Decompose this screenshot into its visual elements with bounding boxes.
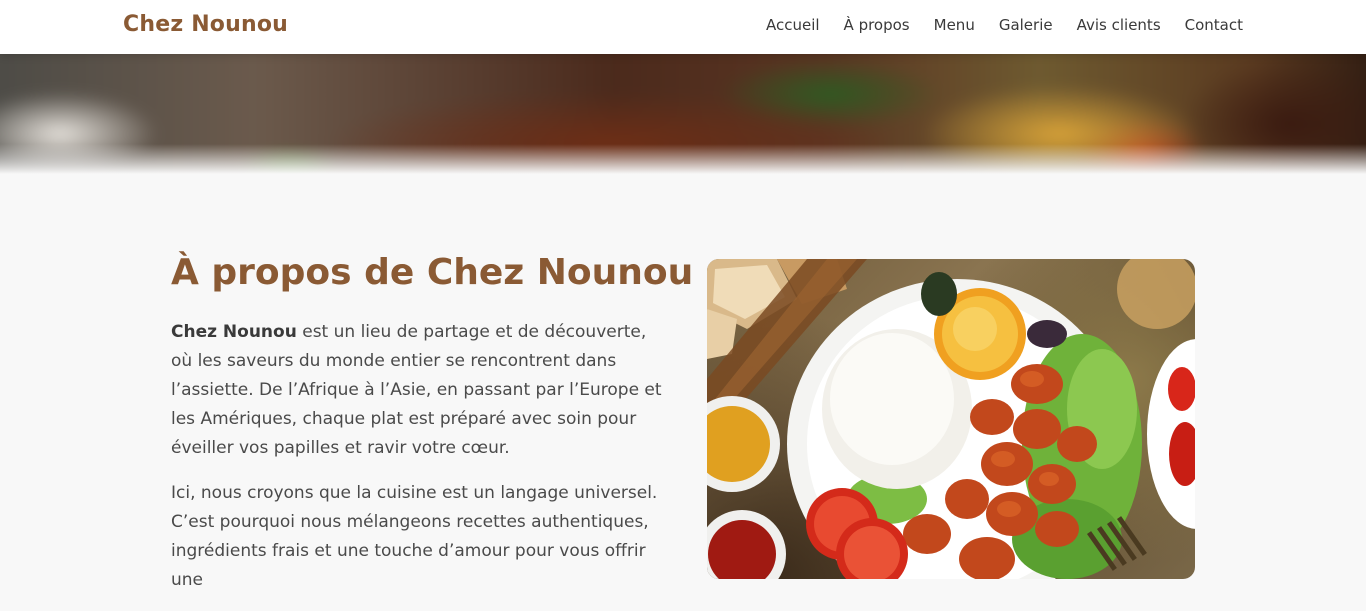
about-description: Chez Nounou est un lieu de partage et de… <box>171 318 671 611</box>
food-plate-illustration <box>707 259 1195 579</box>
spice-bowl-turmeric <box>707 396 780 492</box>
side-plate <box>1147 339 1195 529</box>
nav-link-avis-clients[interactable]: Avis clients <box>1077 16 1161 34</box>
about-food-photo <box>707 259 1195 579</box>
nav-link-a-propos[interactable]: À propos <box>844 16 910 34</box>
brand-logo-link[interactable]: Chez Nounou <box>123 12 288 37</box>
about-paragraph-1: Chez Nounou est un lieu de partage et de… <box>171 318 671 463</box>
hero-banner-image <box>0 54 1366 174</box>
nav-link-contact[interactable]: Contact <box>1185 16 1243 34</box>
about-paragraph-2: Ici, nous croyons que la cuisine est un … <box>171 483 658 590</box>
hero-fade-overlay <box>0 144 1366 174</box>
main-nav: Accueil À propos Menu Galerie Avis clien… <box>766 16 1243 34</box>
glass-icon <box>1117 259 1195 329</box>
about-title: À propos de Chez Nounou <box>171 252 694 293</box>
nav-link-accueil[interactable]: Accueil <box>766 16 820 34</box>
nav-link-galerie[interactable]: Galerie <box>999 16 1053 34</box>
about-brand-emphasis: Chez Nounou <box>171 322 297 342</box>
site-header: Chez Nounou Accueil À propos Menu Galeri… <box>0 0 1366 54</box>
leaf <box>921 272 957 316</box>
nav-link-menu[interactable]: Menu <box>934 16 975 34</box>
about-paragraph-1-text: est un lieu de partage et de découverte,… <box>171 322 662 458</box>
